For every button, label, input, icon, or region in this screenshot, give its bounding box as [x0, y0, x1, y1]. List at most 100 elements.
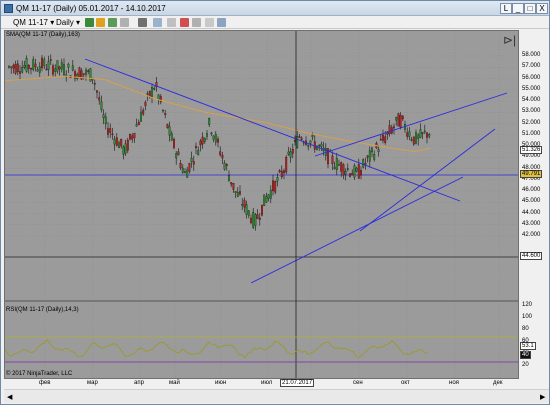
support-price-badge: 44.600 [520, 252, 543, 260]
candle-up [113, 138, 116, 145]
candle-up [214, 134, 217, 143]
candle-up [23, 65, 26, 68]
candle-up [38, 66, 41, 73]
candle-down [142, 109, 145, 115]
price-tick-label: 52.000 [522, 119, 541, 126]
candle-down [27, 65, 30, 69]
horizontal-scrollbar[interactable]: ◀ ▶ [4, 389, 549, 403]
period-selector[interactable]: Daily ▾ [56, 17, 80, 28]
candle-down [173, 138, 175, 148]
candle-up [415, 132, 417, 144]
candle-up [10, 66, 13, 68]
scroll-left-icon[interactable]: ◀ [7, 393, 12, 401]
candle-down [192, 161, 195, 165]
settings-icon[interactable] [217, 18, 226, 27]
time-tick-label: июн [215, 380, 227, 386]
sma-indicator-label: SMA(QM 11-17 (Daily),163) [6, 32, 80, 38]
candle-down [298, 136, 301, 138]
time-tick-label: сен [353, 380, 363, 386]
bar-type-icon[interactable] [85, 18, 94, 27]
candle-down [166, 124, 169, 128]
candle-up [344, 171, 347, 175]
rsi-tick-label: 20 [522, 362, 529, 368]
candle-down [360, 170, 362, 176]
close-button[interactable]: X [536, 3, 548, 14]
draw-tool-icon[interactable] [96, 18, 105, 27]
candle-down [133, 132, 136, 139]
candle-down [199, 140, 202, 146]
candle-down [232, 182, 235, 190]
chart-panel[interactable]: SMA(QM 11-17 (Daily),163) RSI(QM 11-17 (… [4, 30, 519, 379]
candle-up [47, 61, 50, 70]
time-tick-label: фев [39, 380, 51, 386]
collapse-panel-icon[interactable]: ⊳| [503, 33, 516, 47]
candle-up [122, 146, 125, 155]
candle-down [49, 59, 52, 61]
candle-down [120, 138, 123, 147]
eraser-icon[interactable] [120, 18, 129, 27]
price-tick-label: 44.000 [522, 209, 541, 216]
candle-down [274, 181, 277, 193]
candle-up [32, 59, 35, 70]
candle-up [206, 133, 208, 137]
pin-button[interactable]: L [500, 3, 512, 14]
candle-up [267, 194, 270, 199]
candle-up [311, 135, 314, 138]
zoom-icon[interactable] [153, 18, 162, 27]
candle-down [87, 70, 90, 73]
rsi-tick-label: 80 [522, 326, 529, 332]
candle-up [102, 114, 105, 119]
candle-up [395, 116, 398, 121]
candle-up [223, 162, 226, 170]
candle-up [21, 67, 24, 73]
scroll-right-icon[interactable]: ▶ [540, 393, 545, 401]
candle-down [351, 173, 354, 176]
candle-down [126, 139, 129, 151]
minimize-button[interactable]: _ [512, 3, 524, 14]
indicators-icon[interactable] [180, 18, 189, 27]
candle-down [349, 173, 351, 177]
maximize-button[interactable]: □ [524, 3, 536, 14]
candle-up [56, 60, 59, 72]
candle-up [197, 150, 200, 156]
candle-up [175, 153, 178, 159]
candle-up [320, 143, 323, 147]
candle-down [93, 83, 96, 85]
price-axis: 58.000 57.000 56.000 55.000 54.000 53.000 52.0… [519, 30, 549, 379]
candle-up [318, 145, 321, 147]
pencil-icon[interactable] [108, 18, 117, 27]
instrument-selector[interactable]: QM 11-17 ▾ [13, 17, 54, 28]
strategies-icon[interactable] [192, 18, 201, 27]
candle-down [159, 96, 162, 103]
price-chart-svg[interactable] [5, 31, 519, 379]
time-tick-label: ноя [449, 380, 459, 386]
rsi-tick-label: 120 [522, 302, 533, 308]
trendline-ascending-upper [314, 92, 508, 157]
properties-icon[interactable] [167, 18, 176, 27]
price-tick-label: 56.000 [522, 74, 541, 81]
title-bar[interactable]: QM 11-17 (Daily) 05.01.2017 - 14.10.2017… [1, 1, 549, 16]
candle-up [269, 189, 272, 199]
candle-down [129, 134, 131, 140]
candle-up [247, 210, 250, 216]
candle-up [210, 132, 213, 135]
candle-up [307, 144, 310, 147]
candle-up [208, 117, 211, 125]
candle-up [338, 164, 340, 166]
candle-down [109, 128, 112, 133]
candle-up [241, 203, 244, 206]
snapshot-icon[interactable] [205, 18, 214, 27]
candle-up [100, 101, 103, 110]
candle-up [296, 136, 299, 149]
candle-up [362, 159, 365, 168]
candle-up [373, 154, 376, 160]
candle-up [265, 196, 268, 203]
candle-up [43, 59, 46, 67]
candle-down [384, 136, 387, 143]
candle-down [19, 71, 21, 74]
crosshair-icon[interactable] [138, 18, 147, 27]
candle-up [151, 87, 153, 97]
candle-up [236, 192, 239, 197]
price-tick-label: 57.000 [522, 63, 541, 70]
candle-down [230, 182, 233, 185]
